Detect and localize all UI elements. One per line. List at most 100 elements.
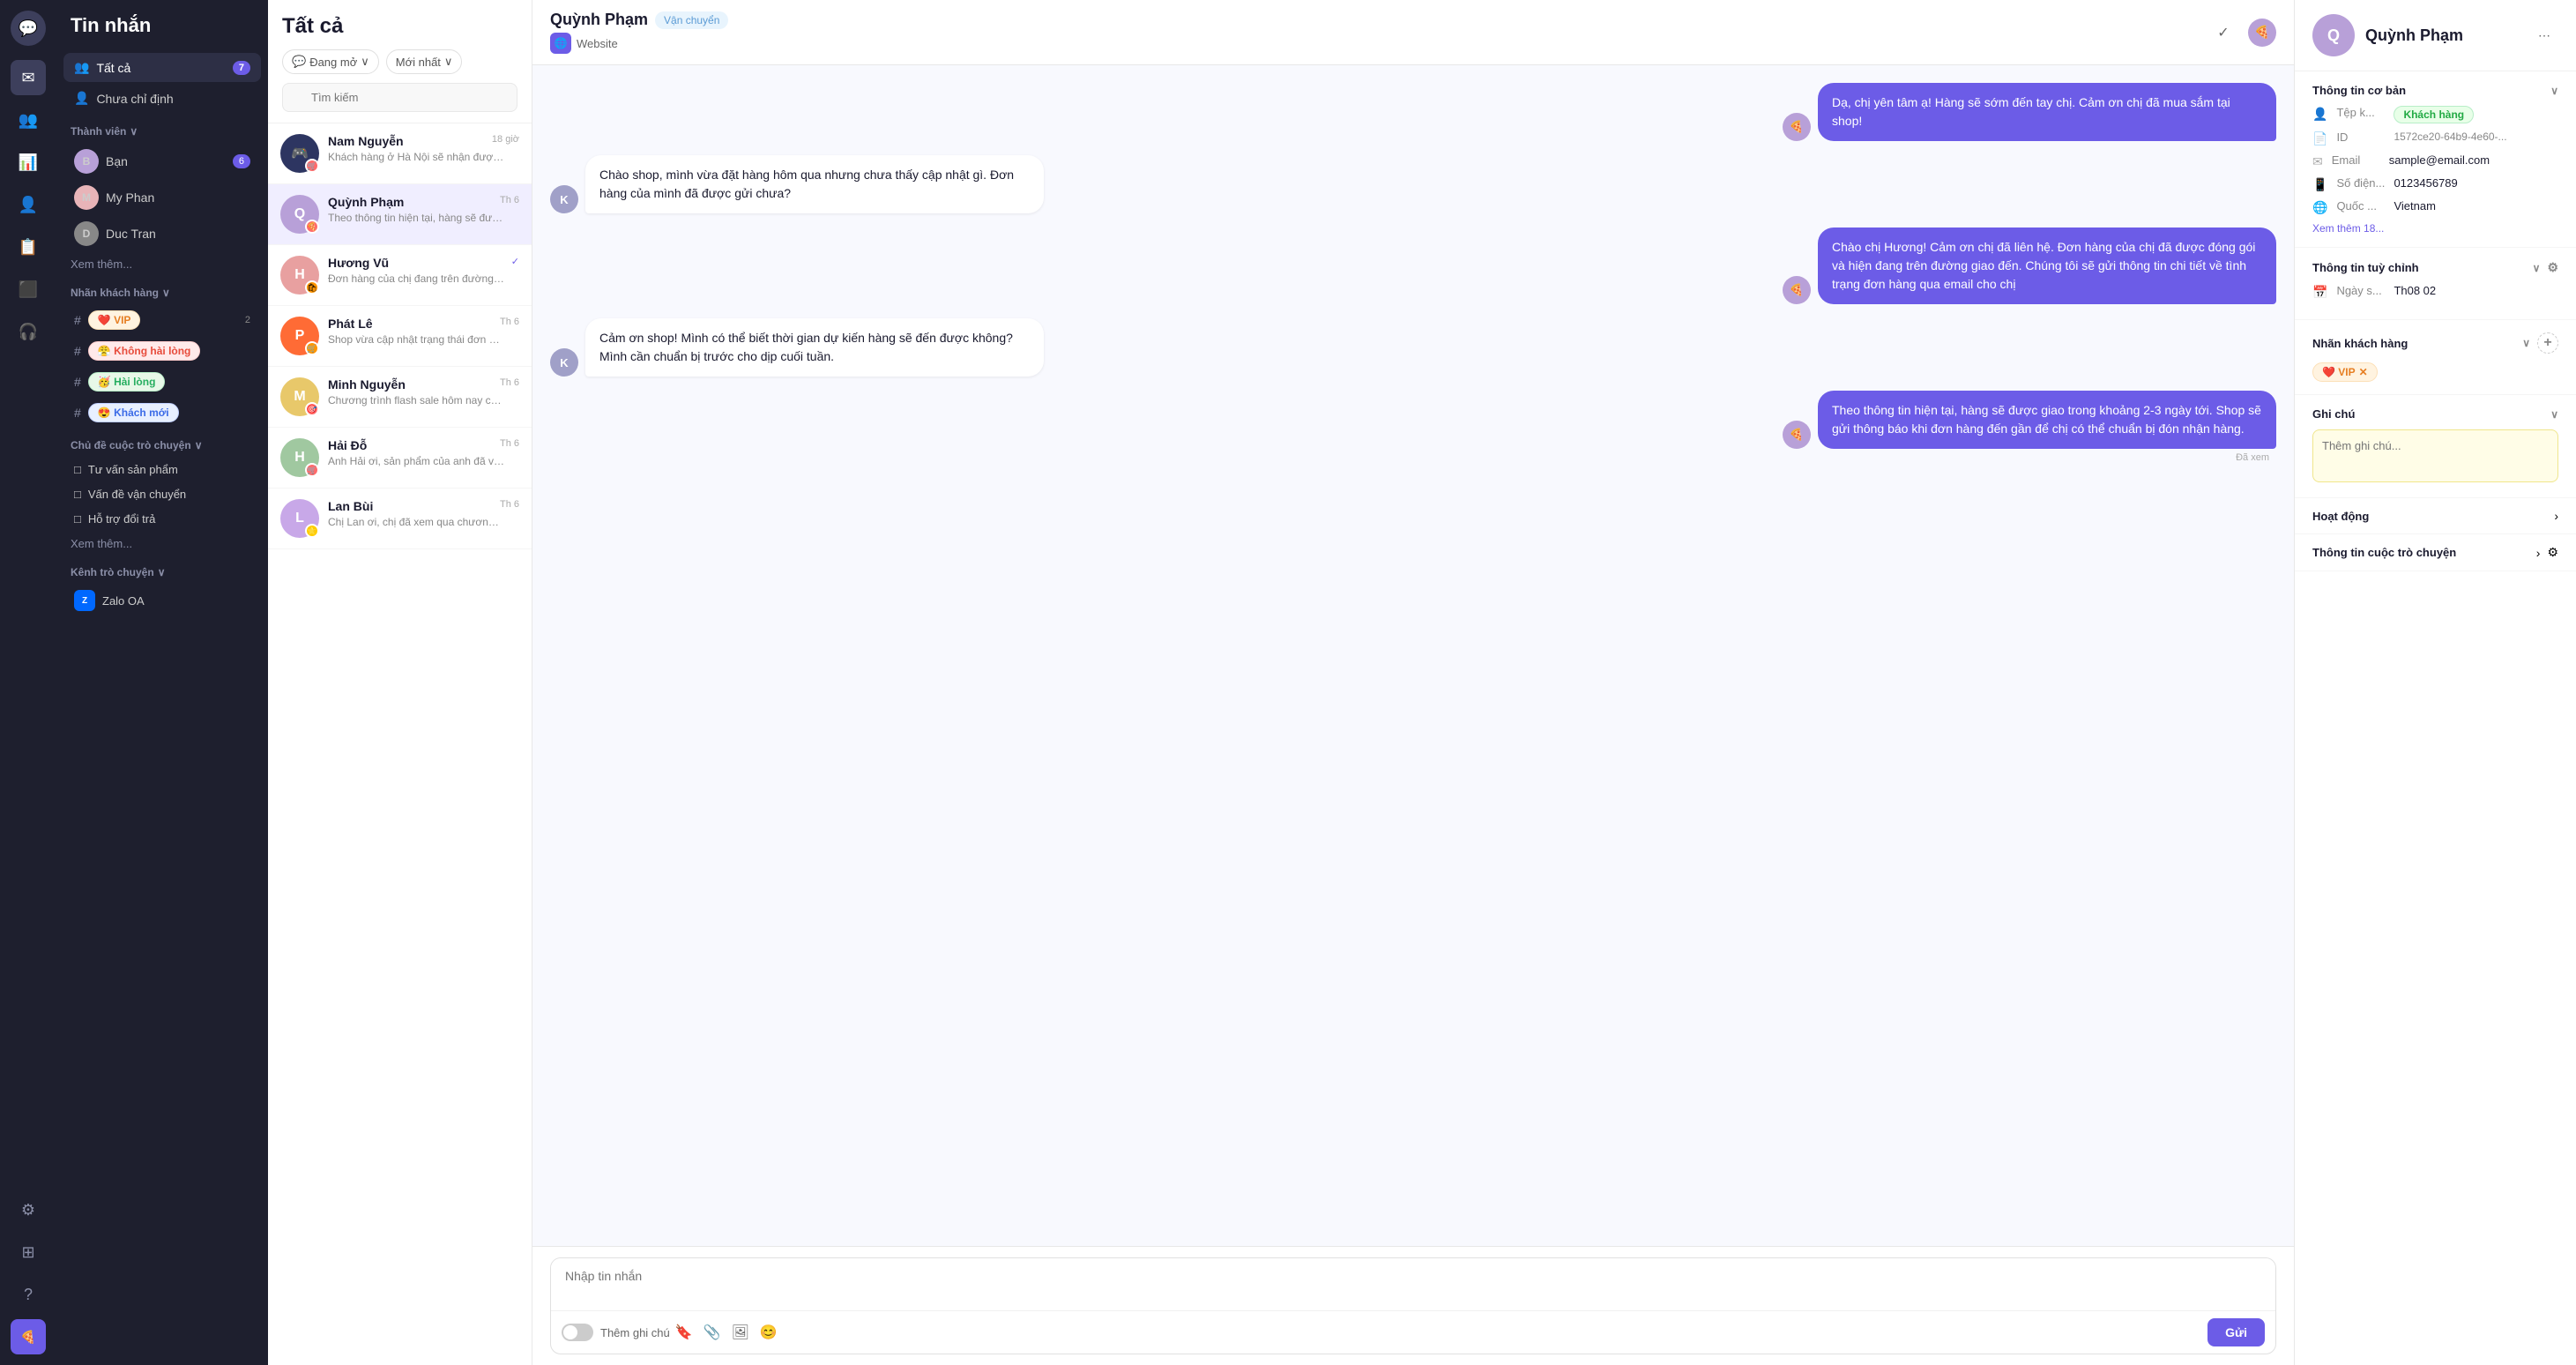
rp-menu-btn[interactable]: ⋯	[2530, 21, 2558, 49]
search-input[interactable]	[282, 83, 517, 112]
badge-icon-lan: ⭐	[305, 524, 319, 538]
rp-header: Q Quỳnh Phạm ⋯	[2295, 0, 2576, 71]
emoji-btn[interactable]: 😊	[755, 1318, 783, 1346]
labels-section-header[interactable]: Nhãn khách hàng ∨	[56, 276, 268, 304]
nav-icon-grid[interactable]: ⊞	[11, 1234, 46, 1270]
nav-icon-user[interactable]: 👤	[11, 187, 46, 222]
rp-field-type: 👤 Tệp k... Khách hàng	[2312, 106, 2558, 123]
rp-contact-avatar: Q	[2312, 14, 2355, 56]
add-label-btn[interactable]: +	[2537, 332, 2558, 354]
conv-item-hai[interactable]: H 🛒 Hải Đỗ Th 6 Anh Hải ơi, sản phẩm của…	[268, 428, 532, 489]
image-btn[interactable]: 🖼	[726, 1318, 755, 1346]
nav-icon-help[interactable]: ?	[11, 1277, 46, 1312]
conv-item-huong[interactable]: H 🛍 Hương Vũ ✓ Đơn hàng của chị đang trê…	[268, 245, 532, 306]
conv-info-settings-icon[interactable]: ⚙	[2547, 545, 2558, 560]
rp-custom-info-label: Thông tin tuỳ chỉnh	[2312, 261, 2419, 274]
nav-icon-messages[interactable]: ✉	[11, 60, 46, 95]
app-logo: 💬	[11, 11, 46, 46]
msg-avatar-4: K	[550, 348, 578, 377]
conv-preview-nam: Khách hàng ở Hà Nội sẽ nhận được hàng tr…	[328, 151, 504, 163]
tag-happy-label: 🥳 Hài lòng	[88, 372, 166, 392]
channel-zalo[interactable]: Z Zalo OA	[63, 585, 261, 616]
user-avatar-bottom[interactable]: 🍕	[11, 1319, 46, 1354]
members-see-more[interactable]: Xem thêm...	[56, 252, 268, 276]
filter-unassigned[interactable]: 👤 Chưa chỉ định	[63, 84, 261, 113]
conv-item-quynh[interactable]: Q 🍕 Quỳnh Phạm Th 6 Theo thông tin hiện …	[268, 184, 532, 245]
nav-icon-tasks[interactable]: 📋	[11, 229, 46, 265]
conv-avatar-phat: P 🛒	[280, 317, 319, 355]
conv-item-lan[interactable]: L ⭐ Lan Bùi Th 6 Chị Lan ơi, chị đã xem …	[268, 489, 532, 549]
note-input[interactable]	[2312, 429, 2558, 482]
filter-unassigned-icon: 👤	[74, 91, 89, 106]
conv-item-minh[interactable]: M 🎯 Minh Nguyễn Th 6 Chương trình flash …	[268, 367, 532, 428]
member-ductran[interactable]: D Duc Tran	[63, 216, 261, 251]
bookmark-btn[interactable]: 🔖	[670, 1318, 698, 1346]
topic-return[interactable]: □ Hỗ trợ đổi trả	[63, 507, 261, 531]
basic-info-see-more[interactable]: Xem thêm 18...	[2312, 222, 2558, 235]
conv-name-minh: Minh Nguyễn	[328, 377, 406, 392]
conv-info-row[interactable]: Thông tin cuộc trò chuyện › ⚙	[2295, 534, 2576, 571]
member-myphan[interactable]: M My Phan	[63, 180, 261, 215]
rp-field-date: 📅 Ngày s... Th08 02	[2312, 284, 2558, 300]
tag-happy[interactable]: # 🥳 Hài lòng	[63, 367, 261, 397]
nav-icon-contacts[interactable]: 👥	[11, 102, 46, 138]
field-label-type: Tệp k...	[2336, 106, 2385, 119]
custom-info-chevron: ∨	[2533, 262, 2541, 274]
nav-icon-layers[interactable]: ⬛	[11, 272, 46, 307]
conv-name-huong: Hương Vũ	[328, 256, 389, 270]
msg-bubble-4: Cảm ơn shop! Mình có thể biết thời gian …	[585, 318, 1044, 377]
note-toggle[interactable]	[562, 1324, 593, 1341]
topics-section-header[interactable]: Chủ đề cuộc trò chuyện ∨	[56, 429, 268, 457]
send-button[interactable]: Gửi	[2207, 1318, 2265, 1346]
conv-avatar-hai: H 🛒	[280, 438, 319, 477]
topic-product-advice[interactable]: □ Tư vấn sản phẩm	[63, 458, 261, 481]
rp-field-phone: 📱 Số điện... 0123456789	[2312, 176, 2558, 192]
filter-open-btn[interactable]: 💬 Đang mở ∨	[282, 49, 379, 74]
nav-icon-settings[interactable]: ⚙	[11, 1192, 46, 1227]
conv-preview-lan: Chị Lan ơi, chị đã xem qua chương trình …	[328, 516, 504, 528]
vip-tag-remove-btn[interactable]: ✕	[2359, 366, 2368, 378]
message-4: K Cảm ơn shop! Mình có thể biết thời gia…	[550, 318, 2276, 377]
member-ban[interactable]: B Bạn 6	[63, 144, 261, 179]
rp-notes-title[interactable]: Ghi chú ∨	[2312, 407, 2558, 421]
field-icon-id: 📄	[2312, 131, 2327, 146]
chat-input[interactable]	[551, 1258, 2275, 1308]
topic-shipping[interactable]: □ Vấn đề vận chuyển	[63, 482, 261, 506]
conv-item-nam[interactable]: 🎮 🛒 Nam Nguyễn 18 giờ Khách hàng ở Hà Nộ…	[268, 123, 532, 184]
rp-basic-info-title[interactable]: Thông tin cơ bản ∨	[2312, 84, 2558, 97]
rp-labels-section: Nhãn khách hàng ∨ + ❤️ VIP ✕	[2295, 320, 2576, 395]
zalo-icon: Z	[74, 590, 95, 611]
conv-preview-minh: Chương trình flash sale hôm nay có nhiều…	[328, 394, 504, 407]
activity-row[interactable]: Hoạt động ›	[2295, 498, 2576, 534]
tag-new-label: 😍 Khách mới	[88, 403, 179, 422]
tag-new[interactable]: # 😍 Khách mới	[63, 398, 261, 428]
vip-tag: ❤️ VIP ✕	[2312, 362, 2378, 382]
rp-custom-info-title[interactable]: Thông tin tuỳ chỉnh ∨ ⚙	[2312, 260, 2558, 275]
filter-open-label: Đang mở	[309, 56, 357, 69]
rp-notes-label: Ghi chú	[2312, 407, 2355, 421]
topics-see-more[interactable]: Xem thêm...	[56, 532, 268, 556]
filter-all[interactable]: 👥 Tất cả 7	[63, 53, 261, 82]
chat-messages: Dạ, chị yên tâm ạ! Hàng sẽ sớm đến tay c…	[532, 65, 2294, 1246]
rp-labels-title[interactable]: Nhãn khách hàng ∨ +	[2312, 332, 2558, 354]
conversation-list: Tất cả 💬 Đang mở ∨ Mới nhất ∨ 🔍 🎮 🛒	[268, 0, 532, 1365]
topic-product-label: Tư vấn sản phẩm	[88, 463, 178, 476]
attach-btn[interactable]: 📎	[698, 1318, 726, 1346]
member-ban-name: Bạn	[106, 154, 128, 168]
chat-contact-name: Quỳnh Phạm	[550, 11, 648, 29]
tag-unhappy[interactable]: # 😤 Không hài lòng	[63, 336, 261, 366]
search-wrapper: 🔍	[282, 83, 517, 112]
filter-newest-btn[interactable]: Mới nhất ∨	[386, 49, 463, 74]
tag-vip[interactable]: # ❤️ VIP 2	[63, 305, 261, 335]
members-section-header[interactable]: Thành viên ∨	[56, 115, 268, 143]
nav-icon-headset[interactable]: 🎧	[11, 314, 46, 349]
channels-section-header[interactable]: Kênh trò chuyện ∨	[56, 556, 268, 584]
header-check-btn[interactable]: ✓	[2209, 19, 2237, 47]
conv-item-phat[interactable]: P 🛒 Phát Lê Th 6 Shop vừa cập nhật trạng…	[268, 306, 532, 367]
nav-icon-analytics[interactable]: 📊	[11, 145, 46, 180]
custom-info-settings-icon[interactable]: ⚙	[2547, 260, 2558, 275]
chat-channel-label: Website	[577, 37, 618, 50]
tag-unhappy-label: 😤 Không hài lòng	[88, 341, 201, 361]
conv-avatar-lan: L ⭐	[280, 499, 319, 538]
vip-tag-label: ❤️ VIP	[2322, 366, 2356, 378]
